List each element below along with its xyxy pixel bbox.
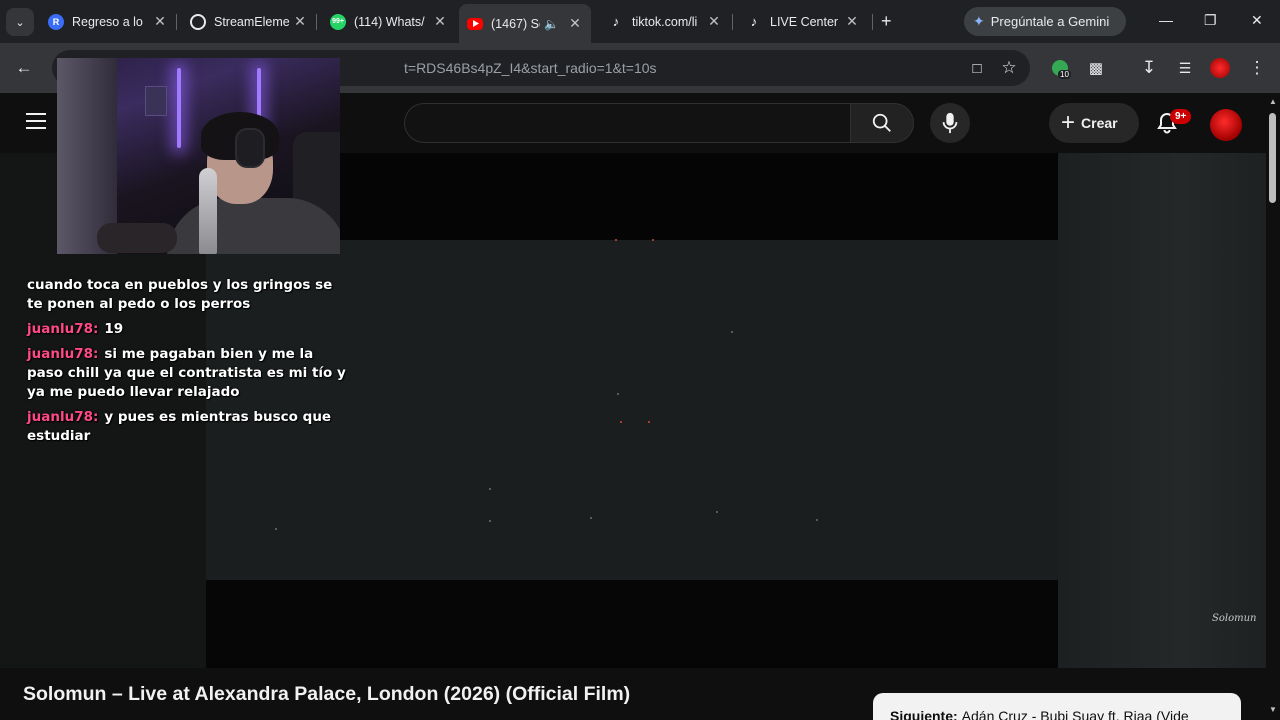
gemini-icon: ✦ [973, 13, 985, 29]
voice-search-button[interactable] [930, 103, 970, 143]
media-control-icon[interactable]: ☰ [1174, 57, 1196, 79]
video-title: Solomun – Live at Alexandra Palace, Lond… [23, 683, 631, 705]
stage-light [731, 331, 733, 333]
stream-chat-overlay: cuando toca en pueblos y los gringos se … [27, 276, 347, 452]
tab-regreso[interactable]: R Regreso a lo ✕ [44, 6, 172, 37]
plus-icon: + [1061, 109, 1076, 136]
tab-tiktok[interactable]: ♪ tiktok.com/li ✕ [604, 6, 726, 37]
chat-text: cuando toca en pueblos y los gringos se … [27, 277, 333, 312]
minimize-icon[interactable]: — [1159, 12, 1173, 28]
tab-streamelements[interactable]: StreamEleme ✕ [186, 6, 312, 37]
tab-youtube-active[interactable]: (1467) Sc 🔈 ✕ [459, 4, 591, 43]
speaker-icon[interactable]: 🔈 [544, 17, 559, 31]
up-next-card[interactable]: Siguiente: Adán Cruz - Bubi Suay ft. Riaa… [873, 693, 1241, 720]
close-tab-icon[interactable]: ✕ [567, 15, 583, 32]
stage-light [652, 239, 654, 241]
stage-light [816, 519, 818, 521]
install-app-icon[interactable]: □ [966, 57, 988, 79]
close-window-icon[interactable]: ✕ [1251, 12, 1263, 29]
url-text[interactable]: t=RDS46Bs4pZ_I4&start_radio=1&t=10s [404, 60, 657, 76]
extensions-puzzle-icon[interactable]: ▩ [1085, 57, 1107, 79]
close-tab-icon[interactable]: ✕ [844, 13, 860, 30]
up-next-title: Adán Cruz - Bubi Suay ft. Riaa (Vide [961, 708, 1189, 720]
up-next-label: Siguiente: [890, 708, 958, 720]
tab-whatsapp[interactable]: 99+ (114) Whats/ ✕ [326, 6, 452, 37]
r-app-icon: R [48, 13, 64, 30]
new-tab-icon[interactable]: + [881, 11, 892, 32]
stage-light [620, 421, 622, 423]
tab-title: StreamEleme [214, 14, 290, 29]
tab-search-chevron-icon[interactable]: ⌄ [6, 8, 34, 36]
stage-light [716, 511, 718, 513]
scroll-up-arrow-icon[interactable]: ▲ [1269, 97, 1277, 106]
page-scrollbar[interactable]: ▲ ▼ [1266, 93, 1280, 720]
browser-menu-icon[interactable]: ⋮ [1246, 57, 1268, 79]
whatsapp-icon: 99+ [330, 13, 346, 30]
tab-title: LIVE Center [770, 14, 839, 29]
close-tab-icon[interactable]: ✕ [292, 13, 308, 30]
stage-light [275, 528, 277, 530]
youtube-icon [467, 17, 483, 30]
tab-title: (114) Whats/ [354, 14, 425, 29]
stage-light [648, 421, 650, 423]
streamer-webcam [57, 58, 340, 254]
streamelements-icon [190, 13, 206, 30]
tiktok-icon: ♪ [612, 14, 620, 29]
video-watermark: Solomun [1212, 613, 1257, 624]
tab-title: (1467) Sc [491, 16, 541, 31]
hamburger-menu-icon[interactable] [26, 113, 46, 129]
close-tab-icon[interactable]: ✕ [432, 13, 448, 30]
chat-text: 19 [104, 321, 124, 337]
search-input[interactable] [404, 103, 850, 143]
stage-light [590, 517, 592, 519]
tab-divider [732, 14, 733, 30]
chat-username: juanlu78: [27, 346, 99, 362]
tab-divider [316, 14, 317, 30]
tab-divider [176, 14, 177, 30]
profile-avatar-icon[interactable] [1209, 57, 1231, 79]
extension-badge: 10 [1058, 70, 1071, 79]
tab-title: tiktok.com/li [632, 14, 698, 29]
account-avatar[interactable] [1210, 109, 1242, 141]
chat-message: cuando toca en pueblos y los gringos se … [27, 276, 347, 314]
create-button[interactable]: + Crear [1049, 103, 1139, 143]
stage-light [489, 520, 491, 522]
scroll-down-arrow-icon[interactable]: ▼ [1269, 705, 1277, 714]
tab-live-center[interactable]: ♪ LIVE Center ✕ [742, 6, 864, 37]
video-bottom-band [206, 580, 1058, 668]
close-tab-icon[interactable]: ✕ [706, 13, 722, 30]
back-arrow-icon[interactable]: ← [13, 57, 35, 79]
chat-username: juanlu78: [27, 409, 99, 425]
download-icon[interactable]: ↧ [1138, 57, 1160, 79]
notification-badge: 9+ [1170, 109, 1192, 124]
restore-icon[interactable]: ❐ [1204, 12, 1217, 29]
close-tab-icon[interactable]: ✕ [152, 13, 168, 30]
video-right-band [1058, 153, 1266, 668]
stage-light [615, 239, 617, 241]
browser-tab-strip: ⌄ R Regreso a lo ✕ StreamEleme ✕ 99+ (11… [0, 0, 1280, 43]
stage-light [617, 393, 619, 395]
gemini-button[interactable]: ✦ Pregúntale a Gemini [964, 7, 1126, 36]
search-button[interactable] [850, 103, 914, 143]
chat-message: juanlu78: 19 [27, 320, 347, 339]
stage-light [489, 488, 491, 490]
chat-message: juanlu78: si me pagaban bien y me la paso… [27, 345, 347, 402]
tiktok-icon: ♪ [750, 14, 758, 29]
create-label: Crear [1081, 115, 1118, 131]
microphone-icon [942, 112, 958, 134]
bookmark-star-icon[interactable]: ☆ [998, 57, 1020, 79]
gemini-label: Pregúntale a Gemini [990, 14, 1110, 29]
tab-title: Regreso a lo [72, 14, 143, 29]
tab-divider [872, 14, 873, 30]
chat-username: juanlu78: [27, 321, 99, 337]
scrollbar-thumb[interactable] [1269, 113, 1276, 203]
chat-message: juanlu78: y pues es mientras busco que es… [27, 408, 347, 446]
search-icon [872, 113, 891, 132]
screen: ⌄ R Regreso a lo ✕ StreamEleme ✕ 99+ (11… [0, 0, 1280, 720]
